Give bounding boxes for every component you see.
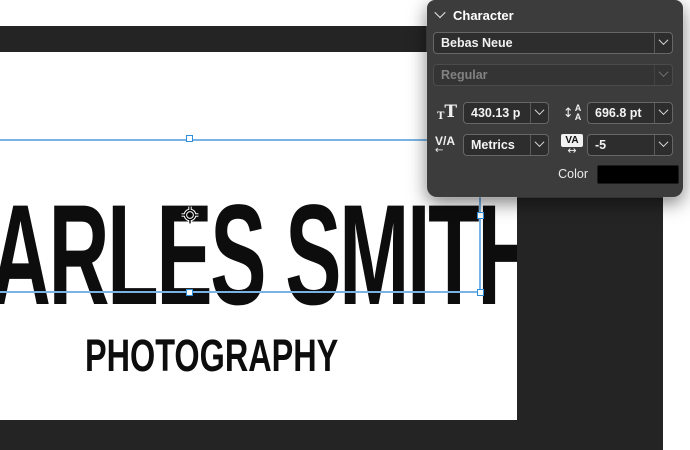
chevron-down-icon (659, 67, 669, 77)
character-panel-header[interactable]: Character (436, 5, 514, 25)
leading-icon[interactable]: ↕ AA (559, 104, 585, 121)
selection-handle-bottom-center[interactable] (186, 289, 193, 296)
font-size-icon[interactable]: TT (433, 105, 461, 120)
chevron-down-icon (535, 105, 545, 115)
panel-collapse-chevron-icon[interactable] (434, 6, 445, 17)
chevron-down-icon (659, 137, 669, 147)
color-label: Color (558, 167, 588, 181)
font-family-select[interactable]: Bebas Neue (433, 32, 673, 54)
font-style-value: Regular (434, 65, 654, 85)
chevron-down-icon (659, 35, 669, 45)
kerning-icon[interactable]: V/A ← (433, 135, 461, 155)
selection-handle-right-middle[interactable] (477, 212, 484, 219)
font-size-icon-small-t: T (437, 112, 444, 121)
kerning-icon-arrow: ← (435, 147, 443, 155)
selection-bounding-box[interactable] (0, 139, 481, 293)
panel-title: Character (453, 8, 514, 23)
font-family-value: Bebas Neue (434, 33, 654, 53)
tracking-icon-arrow: ↔ (567, 146, 576, 156)
font-style-select: Regular (433, 64, 673, 86)
size-leading-row: TT 430.13 p ↕ AA 696.8 pt (433, 101, 673, 125)
leading-field[interactable]: 696.8 pt (587, 102, 673, 124)
leading-icon-arrow: ↕ (563, 106, 574, 121)
kerning-value: Metrics (464, 135, 530, 155)
tracking-field[interactable]: -5 (587, 134, 673, 156)
tracking-value: -5 (588, 135, 654, 155)
stage: ARLES SMITH PHOTOGRAPHY Character (0, 0, 690, 450)
subline-text[interactable]: PHOTOGRAPHY (85, 333, 338, 378)
chevron-down-icon (535, 137, 545, 147)
selection-handle-top-center[interactable] (186, 135, 193, 142)
kerning-chevron[interactable] (531, 135, 548, 155)
tracking-icon[interactable]: VA ↔ (559, 134, 585, 156)
tracking-chevron[interactable] (655, 135, 672, 155)
chevron-down-icon (659, 105, 669, 115)
leading-icon-letters: AA (575, 104, 582, 121)
text-color-swatch[interactable] (597, 165, 679, 184)
color-row: Color (427, 164, 679, 184)
reference-point-icon (179, 204, 201, 226)
font-size-field[interactable]: 430.13 p (463, 102, 549, 124)
leading-chevron[interactable] (655, 103, 672, 123)
character-panel: Character Bebas Neue Regular TT 430.13 p… (427, 0, 683, 197)
font-size-value: 430.13 p (464, 103, 530, 123)
kerning-field[interactable]: Metrics (463, 134, 549, 156)
selection-handle-bottom-right[interactable] (477, 289, 484, 296)
font-family-chevron[interactable] (655, 33, 672, 53)
leading-icon-a-bottom: A (575, 113, 582, 122)
font-size-chevron[interactable] (531, 103, 548, 123)
kerning-tracking-row: V/A ← Metrics VA ↔ -5 (433, 133, 673, 157)
font-size-icon-big-t: T (444, 105, 457, 120)
leading-value: 696.8 pt (588, 103, 654, 123)
font-style-chevron (655, 65, 672, 85)
